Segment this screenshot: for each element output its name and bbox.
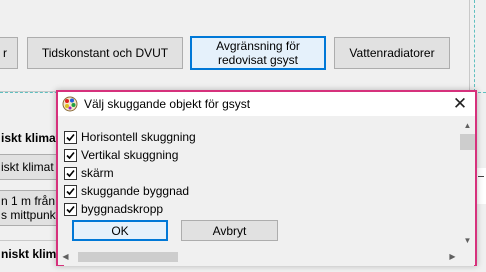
checkmark-icon bbox=[66, 187, 75, 195]
checkmark-icon bbox=[66, 151, 75, 159]
side-button-avstand-line2: s mittpunkt bbox=[1, 208, 58, 222]
side-heading-2: niskt klima bbox=[0, 247, 60, 263]
checkmark-icon bbox=[66, 205, 75, 213]
list-item-label: Vertikal skuggning bbox=[81, 148, 179, 162]
vertical-scroll-thumb[interactable] bbox=[460, 134, 475, 150]
list-item-label: Horisontell skuggning bbox=[81, 130, 196, 144]
close-icon[interactable]: ✕ bbox=[451, 94, 469, 113]
vattenradiatorer-label: Vattenradiatorer bbox=[349, 46, 435, 60]
scroll-up-icon[interactable]: ▲ bbox=[460, 118, 475, 133]
partial-left-button-label: r bbox=[3, 46, 7, 60]
checkbox-horisontell[interactable] bbox=[64, 130, 77, 144]
list-item-label: byggnadskropp bbox=[81, 202, 164, 216]
dialog-title: Välj skuggande objekt för gsyst bbox=[84, 97, 251, 111]
list-item-label: skuggande byggnad bbox=[81, 184, 190, 198]
side-button-klimat-label: iskt klimat bbox=[1, 160, 54, 174]
checkmark-icon bbox=[66, 133, 75, 141]
checkmark-icon bbox=[66, 169, 75, 177]
list-item-skarm[interactable]: skärm bbox=[64, 164, 114, 182]
vattenradiatorer-button[interactable]: Vattenradiatorer bbox=[334, 37, 450, 69]
partial-left-button[interactable]: r bbox=[0, 37, 18, 69]
checkbox-vertikal[interactable] bbox=[64, 148, 77, 162]
tidskonstant-dvut-label: Tidskonstant och DVUT bbox=[41, 46, 169, 60]
side-heading-1: iskt klimat bbox=[0, 131, 60, 147]
select-shading-dialog: Välj skuggande objekt för gsyst ✕ Horiso… bbox=[56, 90, 477, 266]
avgransning-label-line2: redovisat gsyst bbox=[217, 53, 299, 67]
ok-button[interactable]: OK bbox=[72, 220, 168, 241]
avgransning-label: Avgränsning för redovisat gsyst bbox=[216, 39, 300, 67]
checkbox-skarm[interactable] bbox=[64, 166, 77, 180]
horizontal-scroll-thumb[interactable] bbox=[78, 252, 178, 262]
side-button-klimat[interactable]: iskt klimat bbox=[0, 154, 58, 180]
scrollbar-corner bbox=[460, 248, 475, 265]
cancel-button[interactable]: Avbryt bbox=[181, 220, 278, 241]
list-item-vertikal[interactable]: Vertikal skuggning bbox=[64, 146, 178, 164]
scroll-left-icon[interactable]: ◀ bbox=[58, 249, 73, 264]
side-button-avstand[interactable]: n 1 m från s mittpunkt bbox=[0, 190, 58, 226]
list-item-horisontell[interactable]: Horisontell skuggning bbox=[64, 128, 196, 146]
side-button-avstand-label: n 1 m från s mittpunkt bbox=[1, 194, 58, 222]
avgransning-label-line1: Avgränsning för bbox=[216, 39, 300, 53]
scroll-right-icon[interactable]: ▶ bbox=[445, 249, 460, 264]
scroll-down-icon[interactable]: ▼ bbox=[460, 233, 475, 248]
list-item-label: skärm bbox=[81, 166, 114, 180]
dashed-divider-vertical bbox=[474, 0, 475, 92]
avgransning-button[interactable]: Avgränsning för redovisat gsyst bbox=[190, 36, 326, 70]
checkbox-byggnadskropp[interactable] bbox=[64, 202, 77, 216]
cancel-button-label: Avbryt bbox=[212, 223, 247, 238]
list-item-byggnadskropp[interactable]: byggnadskropp bbox=[64, 200, 163, 218]
ok-button-label: OK bbox=[111, 223, 129, 238]
right-edge-mark bbox=[478, 176, 484, 177]
checkbox-skuggande-byggnad[interactable] bbox=[64, 184, 77, 198]
palette-icon bbox=[62, 96, 78, 112]
list-item-skuggande-byggnad[interactable]: skuggande byggnad bbox=[64, 182, 189, 200]
side-button-avstand-line1: n 1 m från bbox=[1, 194, 56, 208]
dialog-titlebar: Välj skuggande objekt för gsyst ✕ bbox=[58, 92, 475, 116]
side-divider bbox=[0, 240, 60, 241]
tidskonstant-dvut-button[interactable]: Tidskonstant och DVUT bbox=[27, 37, 183, 69]
